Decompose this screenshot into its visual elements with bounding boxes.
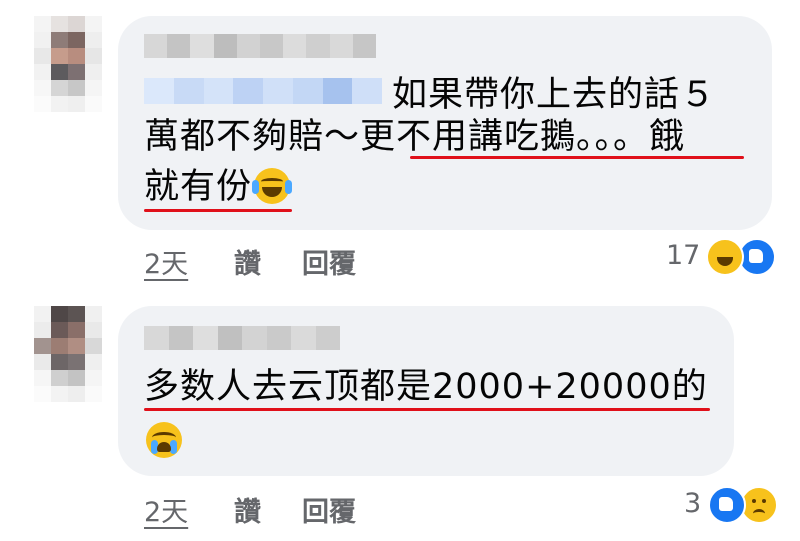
reply-button[interactable]: 回覆 (302, 490, 356, 529)
reply-button[interactable]: 回覆 (302, 242, 356, 281)
comment-emoji-line (144, 420, 182, 462)
reaction-count[interactable]: 17 (666, 240, 700, 271)
like-button[interactable]: 讚 (234, 490, 261, 529)
avatar[interactable] (34, 306, 102, 402)
loudly-crying-emoji (146, 422, 182, 458)
timestamp-link[interactable]: 2天 (144, 242, 188, 281)
commenter-name-blurred[interactable] (144, 34, 377, 58)
like-button[interactable]: 讚 (234, 242, 261, 281)
comment-actions: 2天 讚 回覆 (144, 242, 404, 280)
haha-reaction-icon[interactable] (706, 238, 744, 276)
like-reaction-icon[interactable] (708, 486, 746, 524)
comment-text-line-3: 就有份 (144, 166, 293, 208)
highlight-underline (144, 209, 292, 212)
highlight-underline (410, 156, 744, 159)
reaction-count[interactable]: 3 (684, 488, 701, 519)
timestamp-link[interactable]: 2天 (144, 490, 188, 529)
tagged-name-blurred[interactable] (144, 78, 382, 104)
commenter-name-blurred[interactable] (144, 326, 340, 350)
tears-of-joy-emoji (252, 168, 293, 204)
comment-text-line-2: 萬都不夠賠～更不用講吃鵝。。。餓 (144, 117, 686, 157)
highlight-underline (144, 408, 710, 411)
avatar[interactable] (34, 16, 102, 112)
comment-text-line-1: 如果帶你上去的話５ (392, 75, 717, 115)
comment-actions: 2天 讚 回覆 (144, 490, 404, 528)
comment-text-line-1: 多数人去云顶都是2000+20000的 (144, 367, 708, 407)
comment-text-segment: 就有份 (144, 167, 253, 207)
